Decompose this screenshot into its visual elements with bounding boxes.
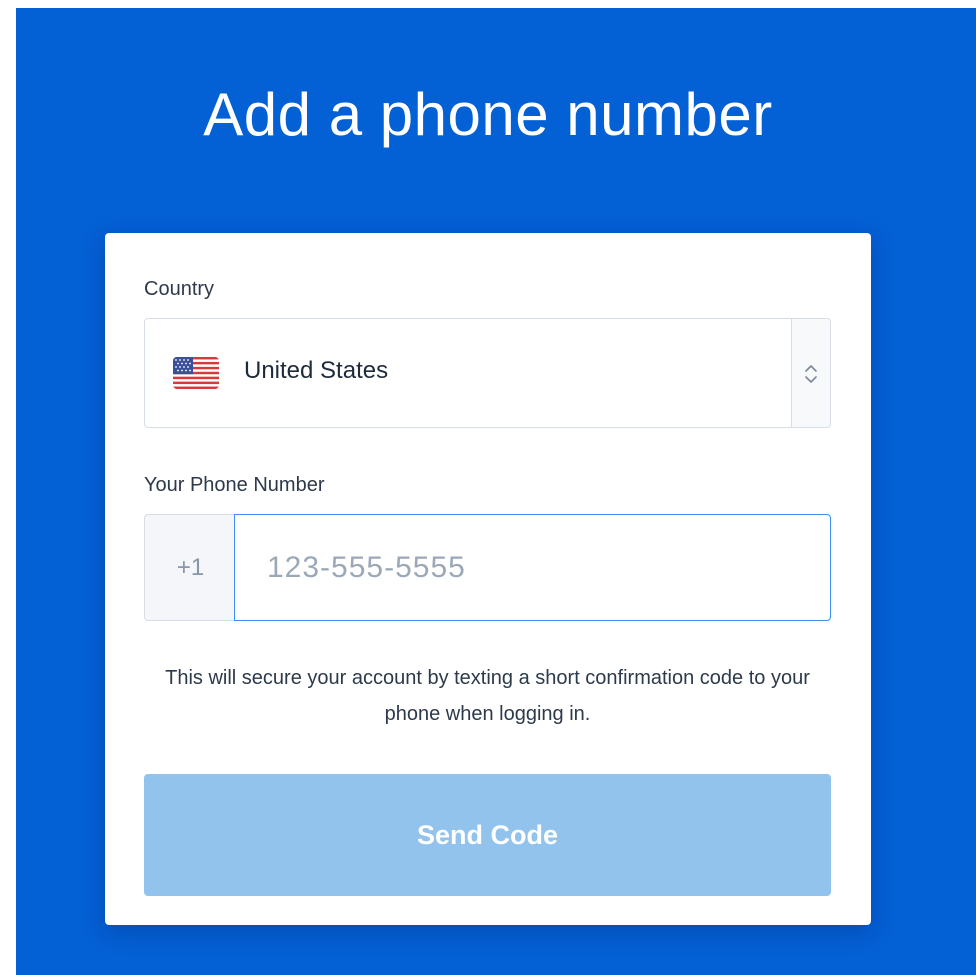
phone-label: Your Phone Number bbox=[144, 474, 325, 496]
phone-form-card: Country United States Your Phone Number … bbox=[105, 233, 871, 925]
page-title: Add a phone number bbox=[203, 81, 773, 148]
page-background: Add a phone number Country United States… bbox=[16, 8, 976, 975]
country-code-prefix: +1 bbox=[144, 514, 236, 621]
country-select-value: United States bbox=[244, 357, 389, 384]
helper-text: This will secure your account by texting… bbox=[165, 667, 810, 725]
phone-number-input[interactable] bbox=[234, 514, 831, 621]
country-label: Country bbox=[144, 278, 215, 300]
send-code-button[interactable]: Send Code bbox=[144, 774, 831, 896]
phone-input-group: +1 bbox=[144, 514, 831, 621]
us-flag-icon bbox=[173, 357, 219, 389]
select-arrows-icon[interactable] bbox=[791, 319, 830, 427]
country-select[interactable]: United States bbox=[144, 318, 831, 428]
